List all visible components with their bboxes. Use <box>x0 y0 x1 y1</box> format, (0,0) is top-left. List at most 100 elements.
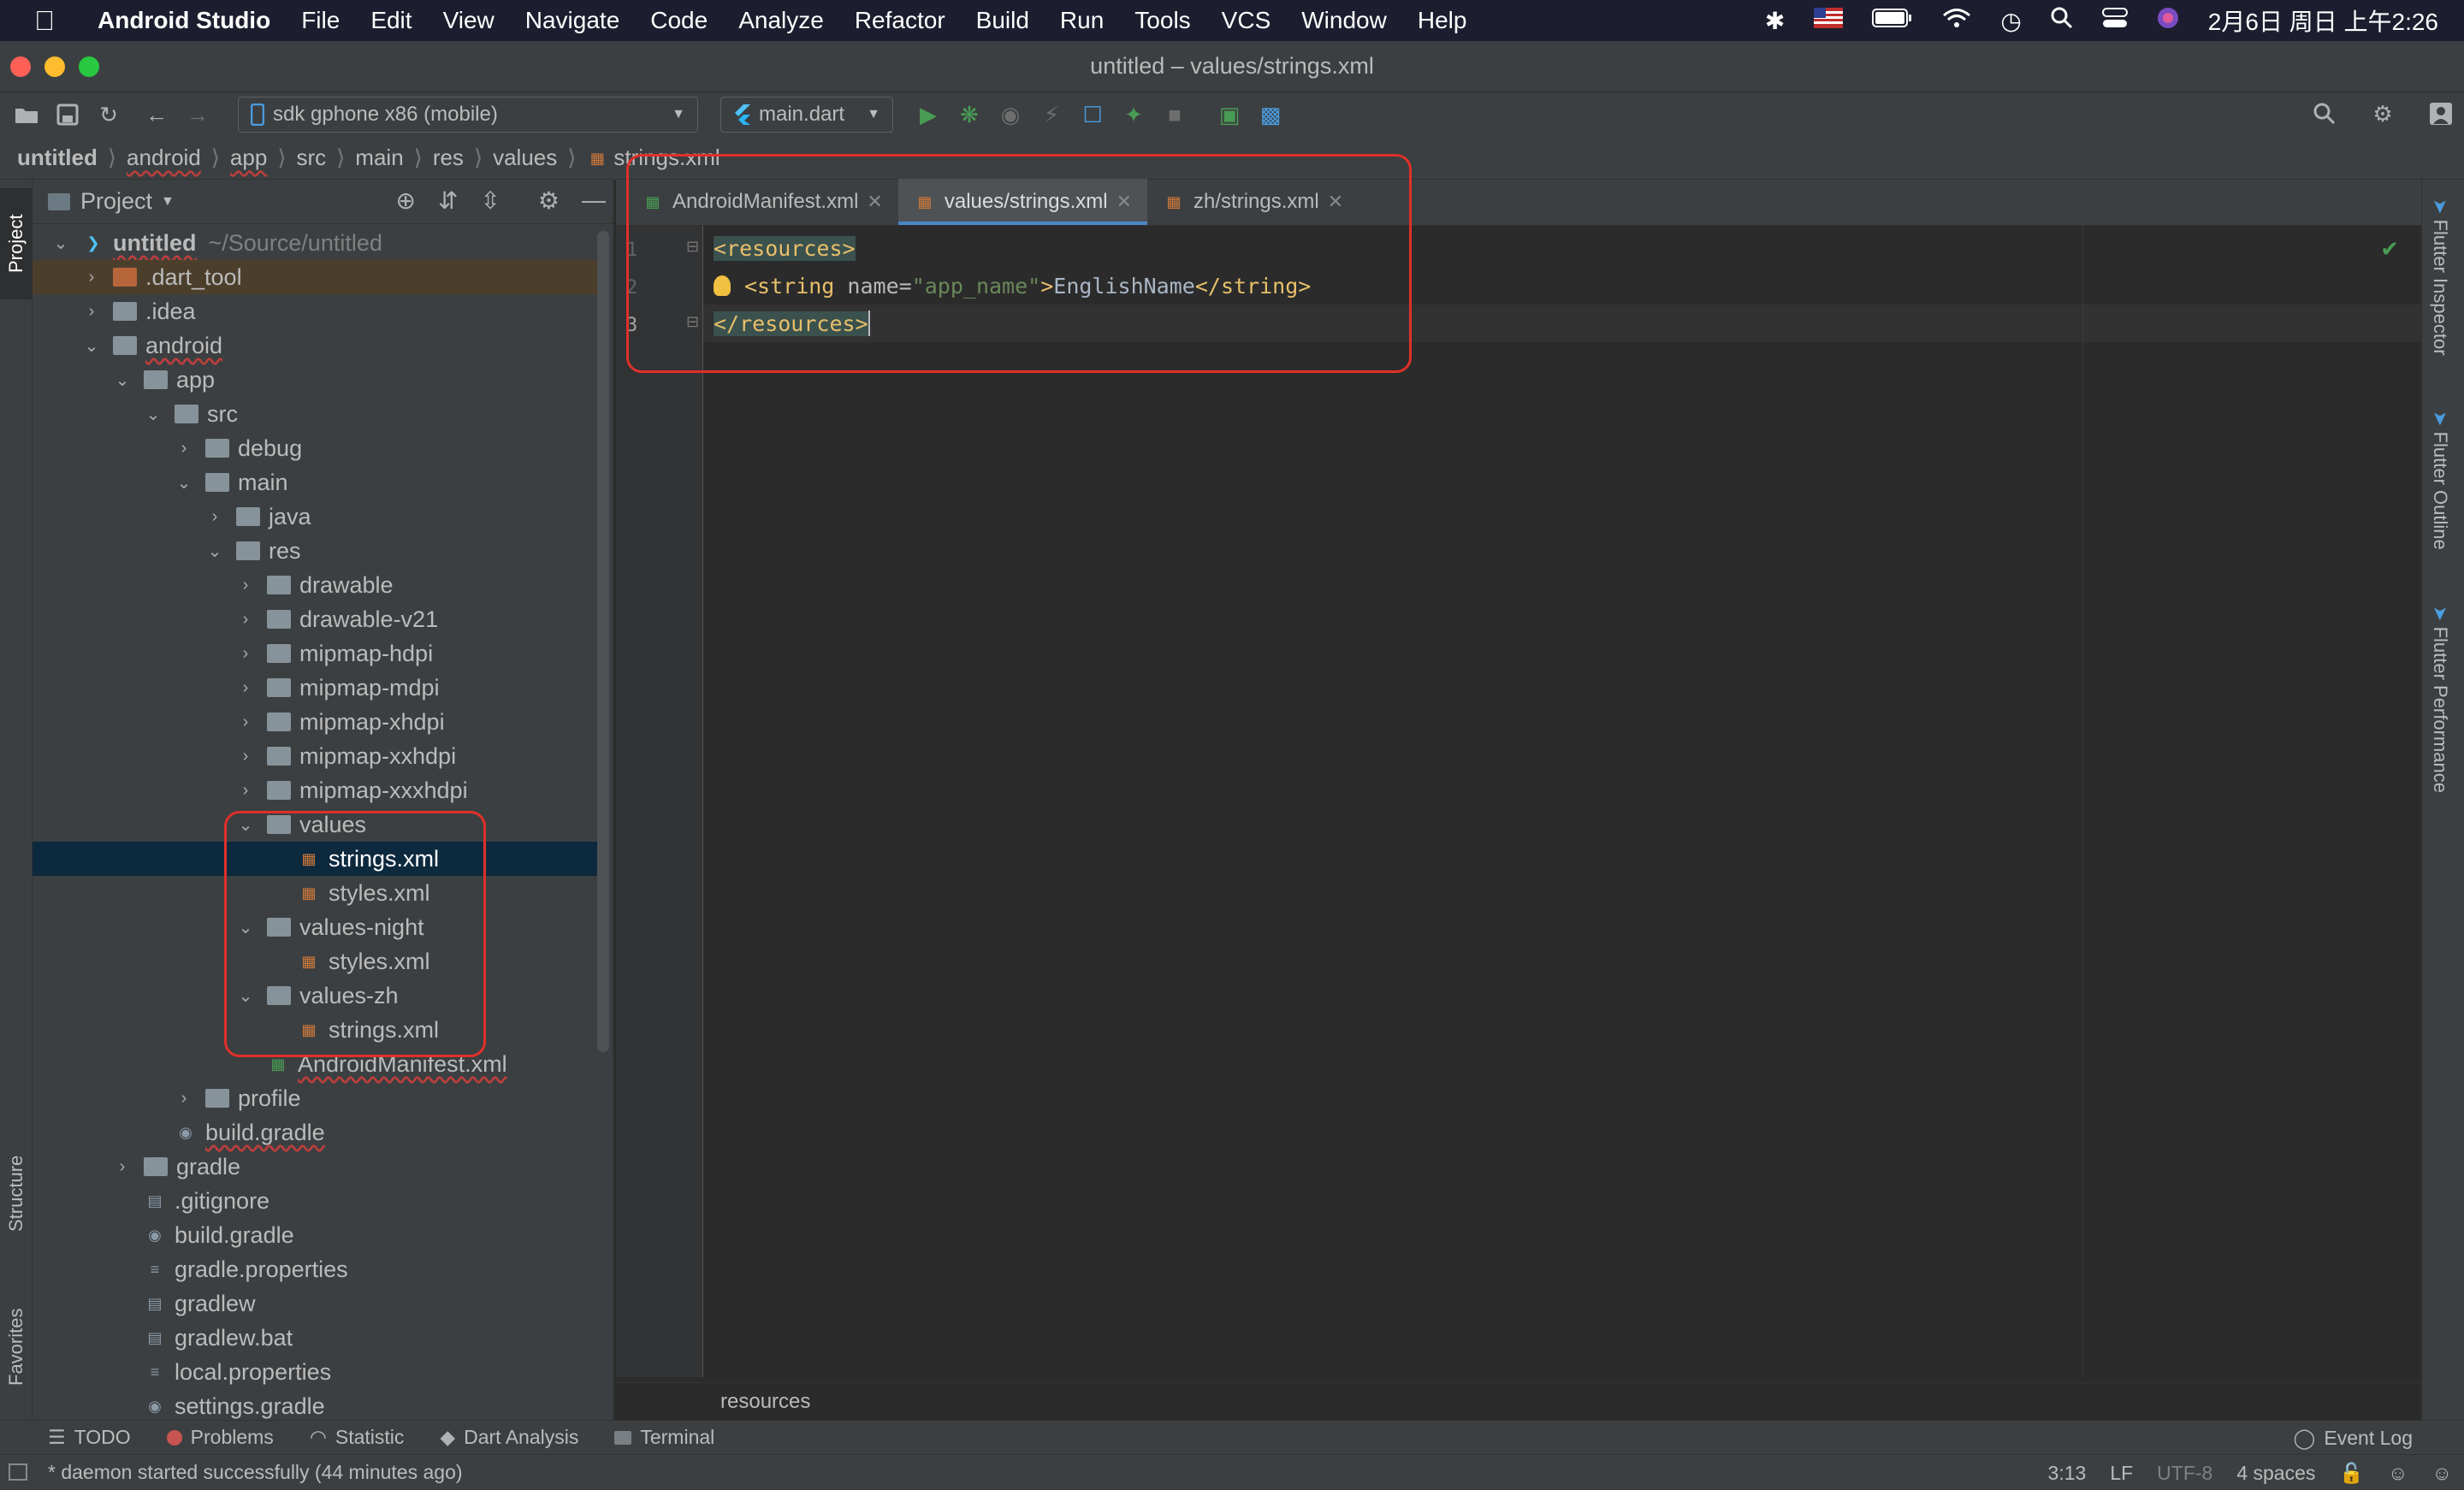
bluetooth-icon[interactable]: ✱ <box>1765 7 1785 35</box>
no-problems-check-icon[interactable]: ✔ <box>2380 236 2399 263</box>
chevron-right-icon[interactable]: › <box>113 1157 132 1177</box>
zoom-window-button[interactable] <box>79 56 99 77</box>
chevron-right-icon[interactable]: › <box>82 268 101 287</box>
line-separator[interactable]: LF <box>2110 1462 2133 1485</box>
chevron-down-icon[interactable]: ⌄ <box>82 335 101 357</box>
apple-icon[interactable]:  <box>34 5 68 37</box>
chevron-down-icon[interactable]: ⌄ <box>236 814 255 836</box>
sdk-manager-icon[interactable]: ▩ <box>1256 100 1285 129</box>
favorites-tool-tab[interactable]: Favorites <box>0 1283 33 1411</box>
chevron-right-icon[interactable]: › <box>236 644 255 664</box>
chevron-down-icon[interactable]: ⌄ <box>51 233 70 254</box>
tree-item[interactable]: ⌄ src <box>33 397 597 431</box>
panel-settings-gear-icon[interactable]: ⚙ <box>538 186 560 215</box>
menu-analyze[interactable]: Analyze <box>738 7 824 34</box>
chevron-down-icon[interactable]: ⌄ <box>144 404 163 425</box>
event-log-button[interactable]: ◯ Event Log <box>2294 1421 2413 1455</box>
code-editor[interactable]: <resources> <string name= "app_name" > Engl… <box>703 226 2421 1377</box>
tree-item[interactable]: ◉ build.gradle <box>33 1218 597 1252</box>
indent-setting[interactable]: 4 spaces <box>2236 1462 2315 1485</box>
project-tree-scrollbar[interactable] <box>597 231 609 1052</box>
minimize-window-button[interactable] <box>44 56 65 77</box>
chevron-right-icon[interactable]: › <box>236 576 255 595</box>
chevron-right-icon[interactable]: › <box>175 439 193 458</box>
battery-icon[interactable] <box>1872 7 1913 34</box>
tree-item[interactable]: ▤ gradlew <box>33 1286 597 1321</box>
close-tab-icon[interactable]: ✕ <box>1328 191 1343 213</box>
statistic-tool-button[interactable]: ◠ Statistic <box>310 1426 405 1449</box>
tree-item[interactable]: ▦ styles.xml <box>33 944 597 979</box>
run-config-selector[interactable]: main.dart ▼ <box>720 97 893 133</box>
wifi-icon[interactable] <box>1942 7 1971 35</box>
breadcrumb-item-untitled[interactable]: untitled <box>17 145 98 171</box>
flutter-inspector-tab[interactable]: ➤ Flutter Inspector <box>2429 198 2451 356</box>
editor-tab-zh-strings[interactable]: ▦ zh/strings.xml ✕ <box>1147 179 1359 225</box>
debug-icon[interactable]: ❋ <box>955 100 984 129</box>
chevron-right-icon[interactable]: › <box>175 1089 193 1109</box>
tree-item[interactable]: ⌄ app <box>33 363 597 397</box>
tree-item[interactable]: › mipmap-hdpi <box>33 636 597 671</box>
menu-run[interactable]: Run <box>1060 7 1104 34</box>
menu-build[interactable]: Build <box>976 7 1029 34</box>
file-encoding[interactable]: UTF-8 <box>2157 1462 2212 1485</box>
chevron-right-icon[interactable]: › <box>236 678 255 698</box>
menu-vcs[interactable]: VCS <box>1222 7 1271 34</box>
chevron-right-icon[interactable]: › <box>82 302 101 322</box>
profile-icon[interactable]: ◉ <box>996 100 1025 129</box>
flutter-outline-tab[interactable]: ➤ Flutter Outline <box>2429 411 2451 550</box>
siri-icon[interactable] <box>2157 7 2179 35</box>
editor-tab-values-strings[interactable]: ▦ values/strings.xml ✕ <box>897 179 1148 225</box>
tree-item[interactable]: › gradle <box>33 1150 597 1184</box>
run-icon[interactable]: ▶ <box>914 100 943 129</box>
tree-item[interactable]: ▦ strings.xml <box>33 842 597 876</box>
open-folder-icon[interactable] <box>12 100 41 129</box>
hide-panel-icon[interactable]: — <box>582 186 606 215</box>
tree-item[interactable]: ▦ AndroidManifest.xml <box>33 1047 597 1081</box>
lock-icon[interactable]: 🔓 <box>2339 1462 2364 1485</box>
tree-item[interactable]: ⌄ values-zh <box>33 979 597 1013</box>
back-arrow-icon[interactable]: ← <box>142 100 171 129</box>
breadcrumb-item-values[interactable]: values <box>493 145 557 171</box>
intention-bulb-icon[interactable] <box>714 275 731 296</box>
caret-position[interactable]: 3:13 <box>2048 1462 2087 1485</box>
hot-reload-icon[interactable]: ⚡ <box>1037 100 1066 129</box>
tree-item[interactable]: ⌄ ❯ untitled ~/Source/untitled <box>33 226 597 260</box>
device-manager-icon[interactable]: ▣ <box>1215 100 1244 129</box>
menu-edit[interactable]: Edit <box>370 7 412 34</box>
chevron-down-icon[interactable]: ⌄ <box>113 370 132 391</box>
menu-refactor[interactable]: Refactor <box>855 7 945 34</box>
tree-item[interactable]: ⌄ values <box>33 807 597 842</box>
attach-debugger-icon[interactable]: ✦ <box>1119 100 1148 129</box>
tree-item[interactable]: › mipmap-xhdpi <box>33 705 597 739</box>
tree-item[interactable]: ⌄ android <box>33 328 597 363</box>
chevron-right-icon[interactable]: › <box>236 712 255 732</box>
menu-app-name[interactable]: Android Studio <box>98 7 270 34</box>
fold-icon[interactable]: ⊟ <box>686 313 699 331</box>
save-all-icon[interactable] <box>53 100 82 129</box>
menubar-clock[interactable]: 2月6日 周日 上午2:26 <box>2208 3 2438 38</box>
breadcrumb-item-src[interactable]: src <box>296 145 326 171</box>
collapse-all-icon[interactable]: ⇳ <box>480 186 500 215</box>
chevron-right-icon[interactable]: › <box>236 610 255 630</box>
tree-item[interactable]: ▦ strings.xml <box>33 1013 597 1047</box>
tree-item[interactable]: ▤ gradlew.bat <box>33 1321 597 1355</box>
chevron-down-icon[interactable]: ⌄ <box>205 541 224 562</box>
breadcrumb-item-strings-xml[interactable]: strings.xml <box>613 145 720 171</box>
status-message[interactable]: * daemon started successfully (44 minute… <box>48 1461 463 1484</box>
tree-item[interactable]: ◉ settings.gradle <box>33 1389 597 1420</box>
tree-item[interactable]: ⌄ values-night <box>33 910 597 944</box>
menu-view[interactable]: View <box>443 7 495 34</box>
chevron-down-icon[interactable]: ⌄ <box>236 917 255 938</box>
tree-item[interactable]: › drawable <box>33 568 597 602</box>
forward-arrow-icon[interactable]: → <box>183 100 212 129</box>
menu-code[interactable]: Code <box>650 7 708 34</box>
problems-tool-button[interactable]: Problems <box>166 1426 274 1449</box>
inspection-face-icon[interactable]: ☺ <box>2388 1462 2408 1485</box>
tree-item[interactable]: ≡ gradle.properties <box>33 1252 597 1286</box>
editor-tab-android-manifest[interactable]: ▦ AndroidManifest.xml ✕ <box>626 179 898 225</box>
tree-item[interactable]: ▤ .gitignore <box>33 1184 597 1218</box>
terminal-tool-button[interactable]: Terminal <box>614 1426 714 1449</box>
account-icon[interactable] <box>2426 99 2455 128</box>
tree-item[interactable]: ⌄ main <box>33 465 597 500</box>
todo-tool-button[interactable]: ☰ TODO <box>48 1426 131 1449</box>
